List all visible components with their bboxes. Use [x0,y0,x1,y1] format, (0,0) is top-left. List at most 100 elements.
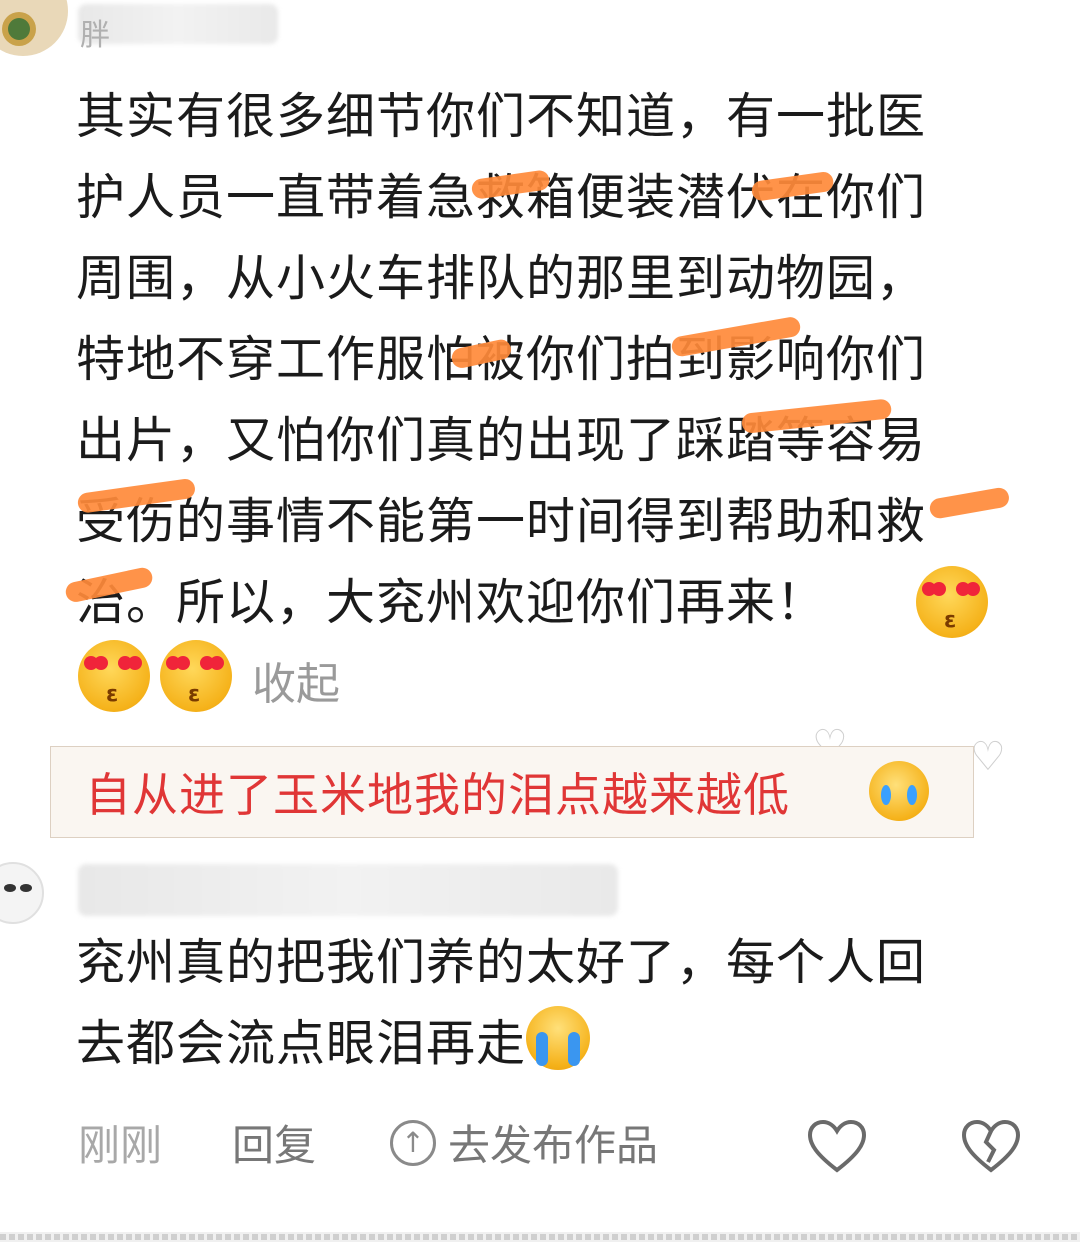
avatar[interactable] [0,0,68,56]
heart-eyes-emoji: ε [916,566,988,638]
progress-tick [234,1234,240,1240]
progress-tick [999,1234,1005,1240]
comment-line: 其实有很多细节你们不知道，有一批医 [76,88,927,145]
reply-button[interactable]: 回复 [232,1112,316,1173]
progress-tick [495,1234,501,1240]
comment-text: 兖州真的把我们养的太好了，每个人回 去都会流点眼泪再走 [76,922,1036,1084]
progress-tick [396,1234,402,1240]
banner-text: 自从进了玉米地我的泪点越来越低 [85,768,790,822]
progress-tick [135,1234,141,1240]
comment-line: 受伤的事情不能第一时间得到帮助和救 [76,493,927,550]
progress-tick [846,1234,852,1240]
comment-line: 出片，又怕你们真的出现了踩踏等容易 [76,412,927,469]
broken-heart-icon[interactable] [960,1118,1022,1174]
progress-tick [450,1234,456,1240]
progress-tick [261,1234,267,1240]
progress-tick [378,1234,384,1240]
progress-tick [855,1234,861,1240]
progress-tick [963,1234,969,1240]
progress-tick [990,1234,996,1240]
progress-tick [918,1234,924,1240]
progress-tick [549,1234,555,1240]
progress-tick [144,1234,150,1240]
progress-tick [594,1234,600,1240]
progress-tick [0,1234,6,1240]
timestamp: 刚刚 [78,1121,163,1170]
progress-tick [81,1234,87,1240]
loudly-crying-emoji [526,1006,591,1070]
progress-tick [1062,1234,1068,1240]
progress-tick [279,1234,285,1240]
progress-tick [1035,1234,1041,1240]
broken-heart-icon[interactable]: ♡ [970,734,1006,780]
comment-text: 其实有很多细节你们不知道，有一批医 护人员一直带着急救箱便装潜伏在你们 周围，从… [76,76,1036,643]
progress-tick [432,1234,438,1240]
progress-tick [153,1234,159,1240]
progress-tick [333,1234,339,1240]
progress-tick [603,1234,609,1240]
progress-tick [1008,1234,1014,1240]
comment-line: 治。所以，大兖州欢迎你们再来！ [76,574,827,631]
caption-banner: 自从进了玉米地我的泪点越来越低 [50,746,974,838]
progress-tick [639,1234,645,1240]
progress-bar[interactable] [0,1232,1080,1242]
progress-tick [270,1234,276,1240]
progress-tick [387,1234,393,1240]
username-fragment: 胖 [80,18,110,53]
arrow-up-circle-icon: ↑ [390,1119,436,1166]
progress-tick [900,1234,906,1240]
heart-outline-icon[interactable] [806,1118,868,1174]
progress-tick [630,1234,636,1240]
progress-tick [747,1234,753,1240]
progress-tick [558,1234,564,1240]
progress-tick [180,1234,186,1240]
progress-tick [972,1234,978,1240]
progress-tick [45,1234,51,1240]
holding-back-tears-emoji [869,761,929,821]
avatar[interactable] [0,862,44,924]
progress-tick [306,1234,312,1240]
progress-tick [792,1234,798,1240]
collapse-button[interactable]: 收起 [252,648,340,712]
progress-tick [405,1234,411,1240]
progress-tick [711,1234,717,1240]
username-blurred[interactable] [78,864,618,916]
comment-actions: 刚刚 回复 ↑ 去发布作品 [0,1112,1080,1182]
progress-tick [819,1234,825,1240]
progress-tick [369,1234,375,1240]
publish-label: 去发布作品 [448,1121,659,1170]
progress-tick [936,1234,942,1240]
progress-tick [108,1234,114,1240]
progress-tick [873,1234,879,1240]
progress-tick [252,1234,258,1240]
progress-tick [90,1234,96,1240]
progress-tick [504,1234,510,1240]
publish-button[interactable]: ↑ 去发布作品 [390,1112,658,1173]
progress-tick [927,1234,933,1240]
progress-tick [441,1234,447,1240]
progress-tick [531,1234,537,1240]
progress-tick [207,1234,213,1240]
heart-eyes-emoji: ε [78,640,150,712]
progress-tick [666,1234,672,1240]
progress-tick [198,1234,204,1240]
progress-tick [864,1234,870,1240]
progress-tick [423,1234,429,1240]
progress-tick [693,1234,699,1240]
progress-tick [882,1234,888,1240]
progress-tick [468,1234,474,1240]
progress-tick [540,1234,546,1240]
progress-tick [9,1234,15,1240]
comment-line: 兖州真的把我们养的太好了，每个人回 [76,934,927,991]
progress-tick [657,1234,663,1240]
progress-tick [684,1234,690,1240]
progress-tick [783,1234,789,1240]
progress-tick [954,1234,960,1240]
progress-tick [54,1234,60,1240]
progress-tick [729,1234,735,1240]
progress-tick [1017,1234,1023,1240]
progress-tick [27,1234,33,1240]
progress-tick [342,1234,348,1240]
progress-tick [945,1234,951,1240]
progress-tick [774,1234,780,1240]
